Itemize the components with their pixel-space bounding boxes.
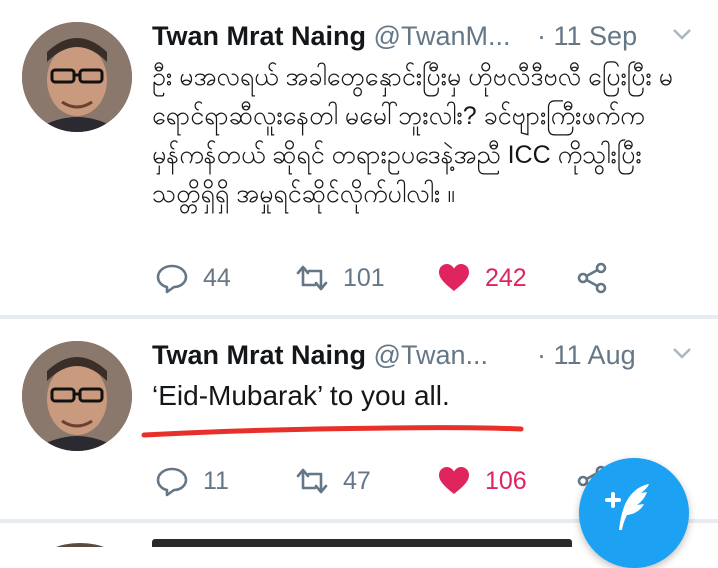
author-handle[interactable]: @TwanM... (374, 21, 511, 51)
like-button[interactable]: 106 (437, 461, 527, 501)
heart-icon (439, 264, 469, 291)
retweet-button[interactable]: 47 (295, 461, 371, 501)
chevron-down-icon[interactable] (670, 22, 694, 46)
like-count: 242 (485, 263, 527, 292)
date-text: 11 Sep (553, 21, 638, 51)
reply-button[interactable]: 44 (155, 258, 231, 298)
tweet-text: ‘Eid-Mubarak’ to you all. (152, 380, 450, 411)
date-separator: · (537, 340, 546, 370)
reply-count: 44 (203, 263, 231, 292)
author-handle[interactable]: @Twan... (374, 340, 488, 370)
share-button[interactable] (575, 258, 623, 298)
tweet-date[interactable]: · 11 Sep (537, 18, 637, 54)
reply-icon (156, 264, 188, 294)
tweet-actions: 11 47 106 (155, 461, 655, 501)
retweet-count: 47 (343, 466, 371, 495)
retweet-button[interactable]: 101 (295, 258, 385, 298)
heart-icon (439, 467, 469, 494)
date-text: 11 Aug (553, 340, 636, 370)
chevron-down-icon[interactable] (670, 341, 694, 365)
tweet-header: Twan Mrat Naing @TwanM... · 11 Sep (152, 18, 698, 54)
reply-count: 11 (203, 466, 229, 495)
tweet-date[interactable]: · 11 Aug (537, 337, 636, 373)
share-icon (577, 262, 607, 294)
tweet[interactable]: Twan Mrat Naing @TwanM... · 11 Sep ဦး မအ… (0, 0, 718, 315)
like-button[interactable]: 242 (437, 258, 527, 298)
tweet-header-partial (152, 539, 572, 547)
tweet-text: ဦး မအလရယ် အခါတွေနှောင်းပြီးမှ ဟိုဗလီဒီဗလ… (152, 63, 673, 208)
retweet-count: 101 (343, 263, 385, 292)
avatar[interactable] (22, 341, 132, 451)
like-count: 106 (485, 466, 527, 495)
reply-button[interactable]: 11 (155, 461, 229, 501)
retweet-icon (296, 468, 328, 494)
avatar[interactable] (40, 543, 120, 547)
author-name[interactable]: Twan Mrat Naing (152, 21, 366, 51)
avatar-photo-icon (22, 341, 132, 451)
avatar[interactable] (22, 22, 132, 132)
author-name[interactable]: Twan Mrat Naing (152, 340, 366, 370)
avatar-photo-icon (22, 22, 132, 132)
tweet-header: Twan Mrat Naing @Twan... · 11 Aug (152, 337, 698, 373)
reply-icon (156, 467, 188, 497)
date-separator: · (537, 21, 546, 51)
compose-tweet-button[interactable] (579, 458, 689, 568)
tweet-actions: 44 101 242 (155, 258, 655, 298)
compose-tweet-icon (605, 484, 649, 530)
retweet-icon (296, 265, 328, 291)
red-underline-annotation (141, 425, 524, 438)
